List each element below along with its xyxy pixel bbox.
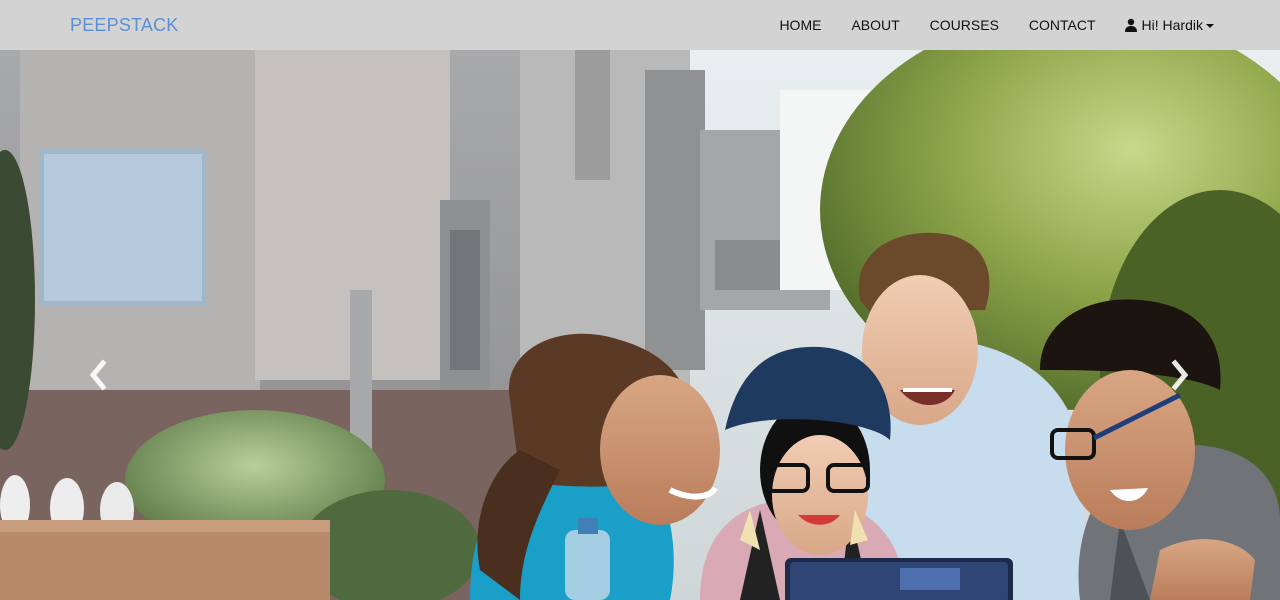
user-greeting-label: Hi! Hardik [1141, 17, 1203, 33]
hero-carousel [0, 50, 1280, 600]
nav-item-courses: COURSES [915, 0, 1014, 50]
nav-link-contact[interactable]: CONTACT [1014, 0, 1111, 50]
brand-logo-link[interactable]: PEEPSTACK [70, 14, 179, 36]
nav-menu: HOME ABOUT COURSES CONTACT Hi! Hardik [764, 0, 1214, 50]
nav-link-courses[interactable]: COURSES [915, 0, 1014, 50]
nav-link-about[interactable]: ABOUT [836, 0, 914, 50]
user-dropdown-toggle[interactable]: Hi! Hardik [1111, 0, 1214, 50]
nav-item-about: ABOUT [836, 0, 914, 50]
nav-item-contact: CONTACT [1014, 0, 1111, 50]
nav-item-user: Hi! Hardik [1111, 0, 1214, 50]
chevron-left-icon [89, 359, 107, 391]
nav-link-home[interactable]: HOME [764, 0, 836, 50]
top-navbar: PEEPSTACK HOME ABOUT COURSES CONTACT Hi!… [0, 0, 1280, 50]
user-icon [1124, 18, 1137, 32]
caret-down-icon [1206, 24, 1214, 28]
nav-item-home: HOME [764, 0, 836, 50]
chevron-right-icon [1171, 359, 1189, 391]
carousel-prev-button[interactable] [78, 350, 118, 400]
carousel-next-button[interactable] [1160, 350, 1200, 400]
hero-slide-image [0, 50, 1280, 600]
